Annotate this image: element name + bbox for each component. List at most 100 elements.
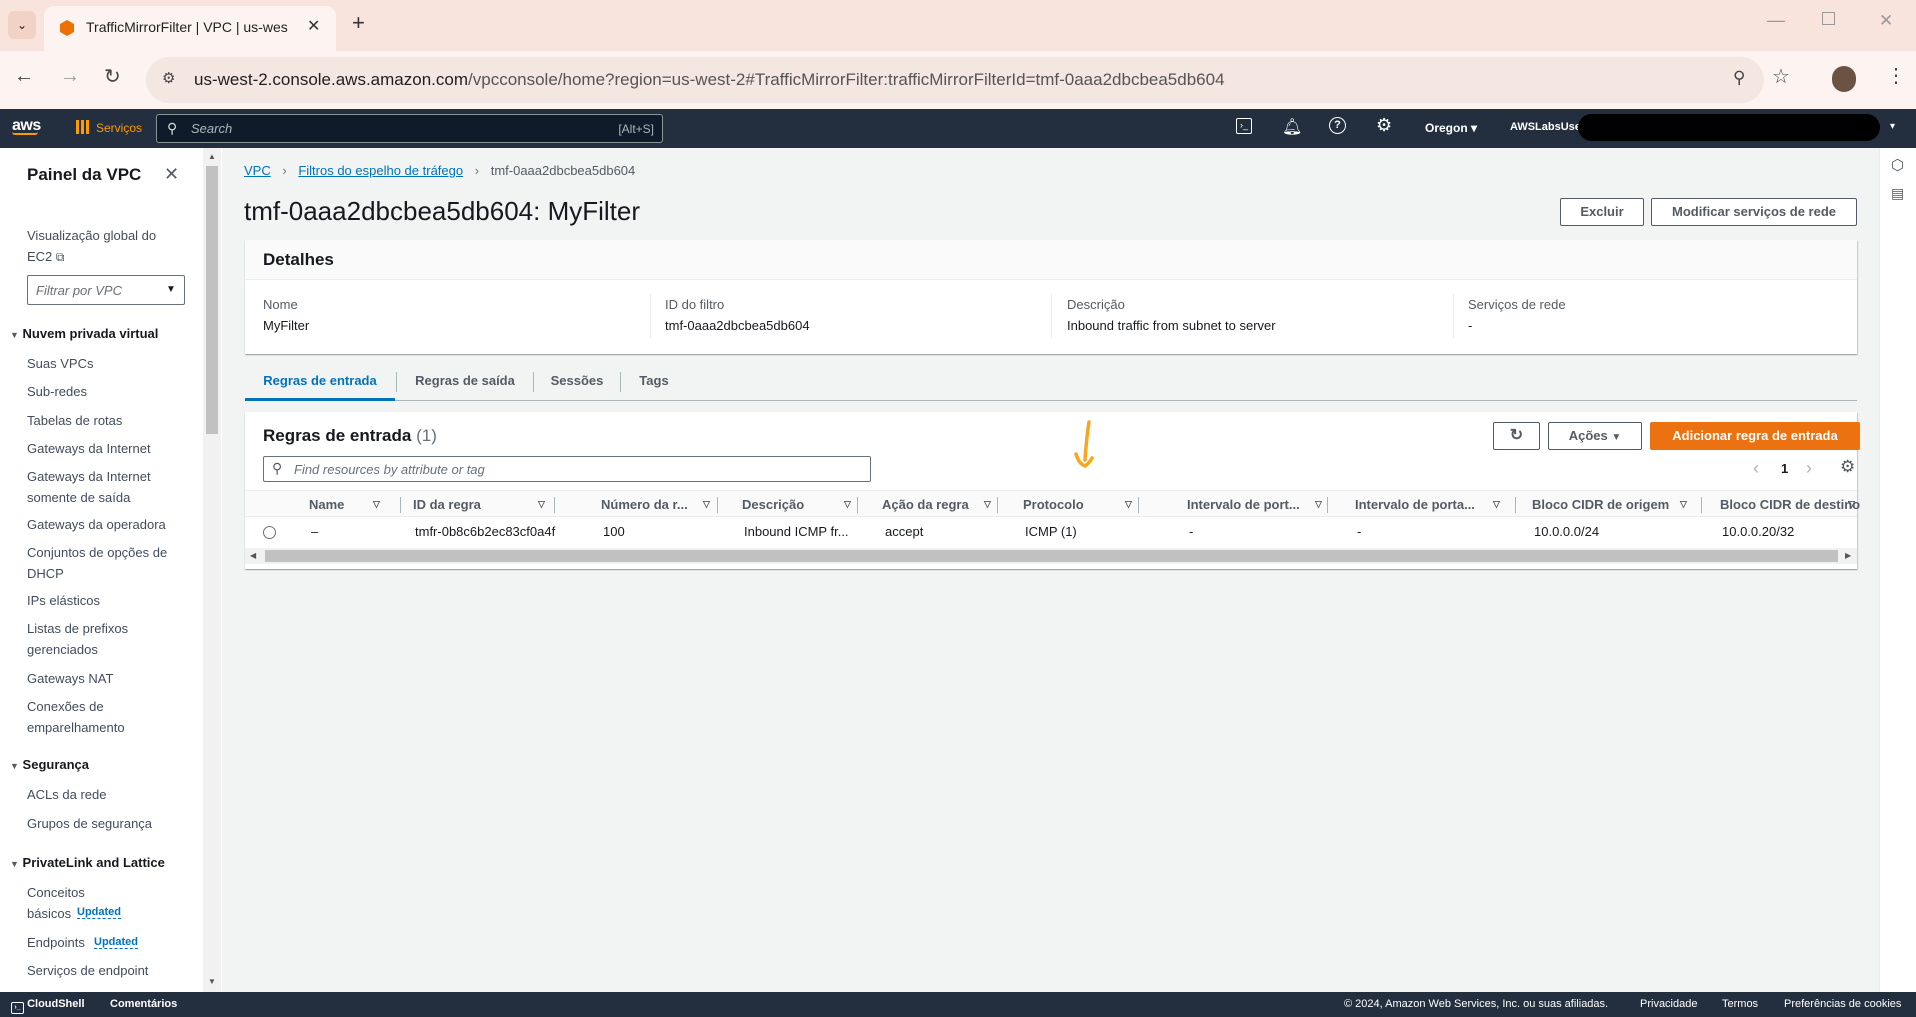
site-info-icon[interactable]: ⚙ [162,69,175,87]
sidebar-item[interactable]: Grupos de segurança [27,813,177,834]
feedback-panel-icon[interactable]: ▤ [1891,185,1904,202]
services-menu[interactable]: Serviços [76,120,142,135]
scrollbar-thumb[interactable] [206,166,218,434]
next-page-icon[interactable]: › [1806,458,1812,479]
cloudshell-icon[interactable]: ›_ [1236,118,1252,134]
scroll-right-icon[interactable]: ▶ [1845,551,1851,560]
column-header-port-range-2[interactable]: Intervalo de porta... ▽ [1355,491,1505,518]
tab-list-dropdown-icon[interactable]: ⌄ [8,11,36,39]
sidebar-item[interactable]: Gateways da Internet [27,438,177,459]
sidebar-item[interactable]: Conexões de emparelhamento [27,696,147,738]
sidebar-section-vpc[interactable]: ▼ Nuvem privada virtual [10,326,158,341]
account-menu[interactable]: AWSLabsUse [1510,121,1581,133]
sidebar-section-security[interactable]: ▼ Segurança [10,757,89,772]
column-label: ID da regra [413,497,481,512]
back-icon[interactable]: ← [14,65,34,88]
scrollbar-thumb[interactable] [265,550,1838,562]
redacted-account-block [1578,114,1880,141]
terms-link[interactable]: Termos [1722,998,1758,1010]
caret-down-icon: ▼ [10,859,19,869]
page-number[interactable]: 1 [1781,461,1788,476]
feedback-link[interactable]: Comentários [110,998,177,1010]
forward-icon[interactable]: → [60,65,80,88]
sidebar-item[interactable]: Suas VPCs [27,353,177,374]
modify-services-button[interactable]: Modificar serviços de rede [1651,198,1857,226]
sidebar-scrollbar[interactable]: ▲ ▼ [203,148,221,992]
column-header-source-cidr[interactable]: Bloco CIDR de origem ▽ [1532,491,1692,518]
breadcrumb-filters-link[interactable]: Filtros do espelho de tráfego [298,163,463,178]
prev-page-icon[interactable]: ‹ [1753,458,1759,479]
help-icon[interactable]: ? [1329,117,1346,134]
table-horizontal-scrollbar[interactable]: ◀ ▶ [245,548,1857,564]
sidebar-item[interactable]: Listas de prefixos gerenciados [27,618,147,660]
row-radio[interactable] [263,526,276,539]
sidebar-section-privatelink[interactable]: ▼ PrivateLink and Lattice [10,855,165,870]
column-header-rule-id[interactable]: ID da regra ▽ [413,491,548,518]
scroll-up-icon[interactable]: ▲ [208,152,216,161]
cookie-preferences-link[interactable]: Preferências de cookies [1784,998,1901,1010]
settings-icon[interactable]: ⚙ [1376,115,1392,136]
sidebar-item[interactable]: ACLs da rede [27,784,177,805]
restore-icon[interactable] [1822,12,1835,25]
field-value: Inbound traffic from subnet to server [1067,318,1276,333]
reload-icon[interactable]: ↻ [104,64,121,89]
rules-search-input[interactable]: ⚲ Find resources by attribute or tag [263,456,871,482]
sidebar-close-icon[interactable]: ✕ [164,164,179,185]
sidebar-item[interactable]: Serviços de endpoint [27,960,177,981]
region-selector[interactable]: Oregon ▾ [1425,121,1477,135]
column-divider [400,497,401,513]
ec2-global-view-link[interactable]: Visualização global do EC2 ⧉ [27,225,172,268]
table-row[interactable]: – tmfr-0b8c6b2ec83cf0a4f 100 Inbound ICM… [245,517,1857,545]
column-header-dest-cidr[interactable]: Bloco CIDR de destino ▽ [1720,491,1860,518]
new-tab-icon[interactable]: + [352,10,365,36]
bookmark-star-icon[interactable]: ☆ [1772,64,1790,89]
account-caret-icon[interactable]: ▾ [1890,121,1895,132]
add-inbound-rule-button[interactable]: Adicionar regra de entrada [1650,422,1860,450]
url-field[interactable]: ⚙ us-west-2.console.aws.amazon.com/vpcco… [146,57,1764,103]
column-header-description[interactable]: Descrição ▽ [742,491,852,518]
privacy-link[interactable]: Privacidade [1640,998,1697,1010]
column-header-rule-number[interactable]: Número da r... ▽ [601,491,711,518]
aws-search-input[interactable]: ⚲ Search [Alt+S] [156,114,663,143]
actions-button[interactable]: Ações ▼ [1548,422,1642,450]
sidebar-item[interactable]: Gateways da Internet somente de saída [27,466,177,508]
delete-button[interactable]: Excluir [1560,198,1644,226]
browser-tab[interactable]: TrafficMirrorFilter | VPC | us-wes ✕ [44,6,336,51]
zoom-icon[interactable]: ⚲ [1733,68,1745,88]
sidebar-item[interactable]: Tabelas de rotas [27,410,177,431]
column-header-rule-action[interactable]: Ação da regra ▽ [882,491,992,518]
scroll-left-icon[interactable]: ◀ [250,551,256,560]
tab-inbound-rules[interactable]: Regras de entrada [245,362,395,401]
close-window-icon[interactable]: ✕ [1879,11,1893,31]
sidebar-item[interactable]: Gateways da operadora [27,514,177,535]
sidebar-item[interactable]: Sub-redes [27,381,177,402]
sidebar-item[interactable]: Gateways NAT [27,668,177,689]
minimize-icon[interactable]: — [1767,10,1785,31]
info-panel-icon[interactable]: ⬡ [1891,156,1904,174]
table-settings-icon[interactable]: ⚙ [1840,457,1855,477]
refresh-button[interactable]: ↻ [1493,422,1540,450]
vpc-filter-select[interactable]: Filtrar por VPC ▼ [27,275,185,305]
sidebar-item[interactable]: IPs elásticos [27,590,177,611]
cloudshell-link[interactable]: ›_ CloudShell [11,998,85,1014]
column-header-protocol[interactable]: Protocolo ▽ [1023,491,1133,518]
browser-menu-icon[interactable]: ⋮ [1886,63,1906,88]
profile-avatar[interactable] [1832,66,1856,92]
notifications-icon[interactable]: 🔔︎ [1282,117,1302,137]
sidebar-item[interactable]: Conjuntos de opções de DHCP [27,542,177,584]
tab-outbound-rules[interactable]: Regras de saída [397,362,533,401]
tab-sessions[interactable]: Sessões [534,362,620,401]
column-header-port-range-1[interactable]: Intervalo de port... ▽ [1187,491,1337,518]
sidebar-item[interactable]: Endpoints [27,932,87,953]
scroll-down-icon[interactable]: ▼ [208,977,216,986]
breadcrumb-vpc-link[interactable]: VPC [244,163,271,178]
cell-protocol: ICMP (1) [1025,524,1077,539]
aws-logo[interactable]: aws [12,117,41,135]
rules-count: (1) [416,426,437,445]
column-header-name[interactable]: Name ▽ [309,491,389,518]
services-label: Serviços [96,121,143,135]
tab-close-icon[interactable]: ✕ [307,16,320,36]
tab-tags[interactable]: Tags [621,362,687,401]
copyright: © 2024, Amazon Web Services, Inc. ou sua… [1344,998,1609,1010]
search-icon: ⚲ [167,120,178,136]
